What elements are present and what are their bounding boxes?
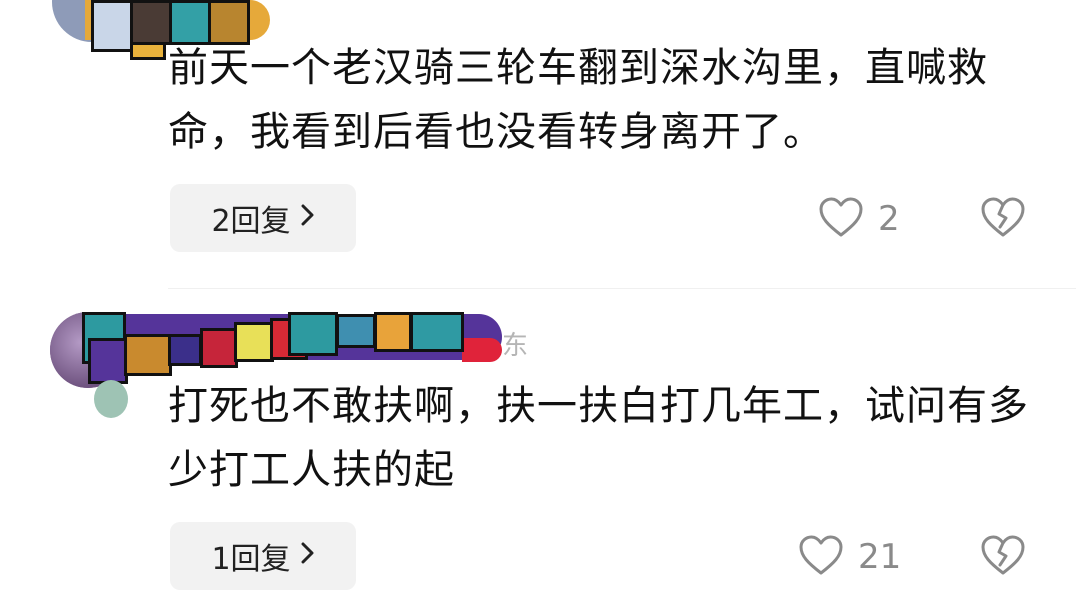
broken-heart-icon bbox=[980, 535, 1026, 580]
reply-count-label: 2回复 bbox=[211, 204, 291, 239]
view-replies-button[interactable]: 1回复 bbox=[170, 522, 356, 590]
chevron-right-icon bbox=[301, 203, 315, 233]
heart-outline-icon bbox=[798, 534, 844, 580]
heart-outline-icon bbox=[818, 196, 864, 242]
view-replies-button[interactable]: 2回复 bbox=[170, 184, 356, 252]
dislike-button[interactable] bbox=[980, 196, 1026, 242]
reply-count-label: 1回复 bbox=[211, 542, 291, 577]
comment-text: 前天一个老汉骑三轮车翻到深水沟里，直喊救命，我看到后看也没看转身离开了。 bbox=[168, 45, 988, 155]
like-count: 21 bbox=[858, 537, 902, 577]
location-label: 东 bbox=[502, 331, 529, 361]
comment-item-1: 前天一个老汉骑三轮车翻到深水沟里，直喊救命，我看到后看也没看转身离开了。 2回复… bbox=[0, 0, 1076, 270]
dislike-button[interactable] bbox=[980, 534, 1026, 580]
comment-item-2: 东 打死也不敢扶啊，扶一扶白打几年工，试问有多少打工人扶的起 1回复 21 bbox=[0, 300, 1076, 599]
comment-text: 打死也不敢扶啊，扶一扶白打几年工，试问有多少打工人扶的起 bbox=[168, 383, 1029, 493]
comment-divider bbox=[168, 288, 1076, 289]
like-button[interactable]: 2 bbox=[818, 196, 900, 242]
broken-heart-icon bbox=[980, 197, 1026, 242]
like-count: 2 bbox=[878, 199, 900, 239]
like-button[interactable]: 21 bbox=[798, 534, 901, 580]
chevron-right-icon bbox=[301, 541, 315, 571]
